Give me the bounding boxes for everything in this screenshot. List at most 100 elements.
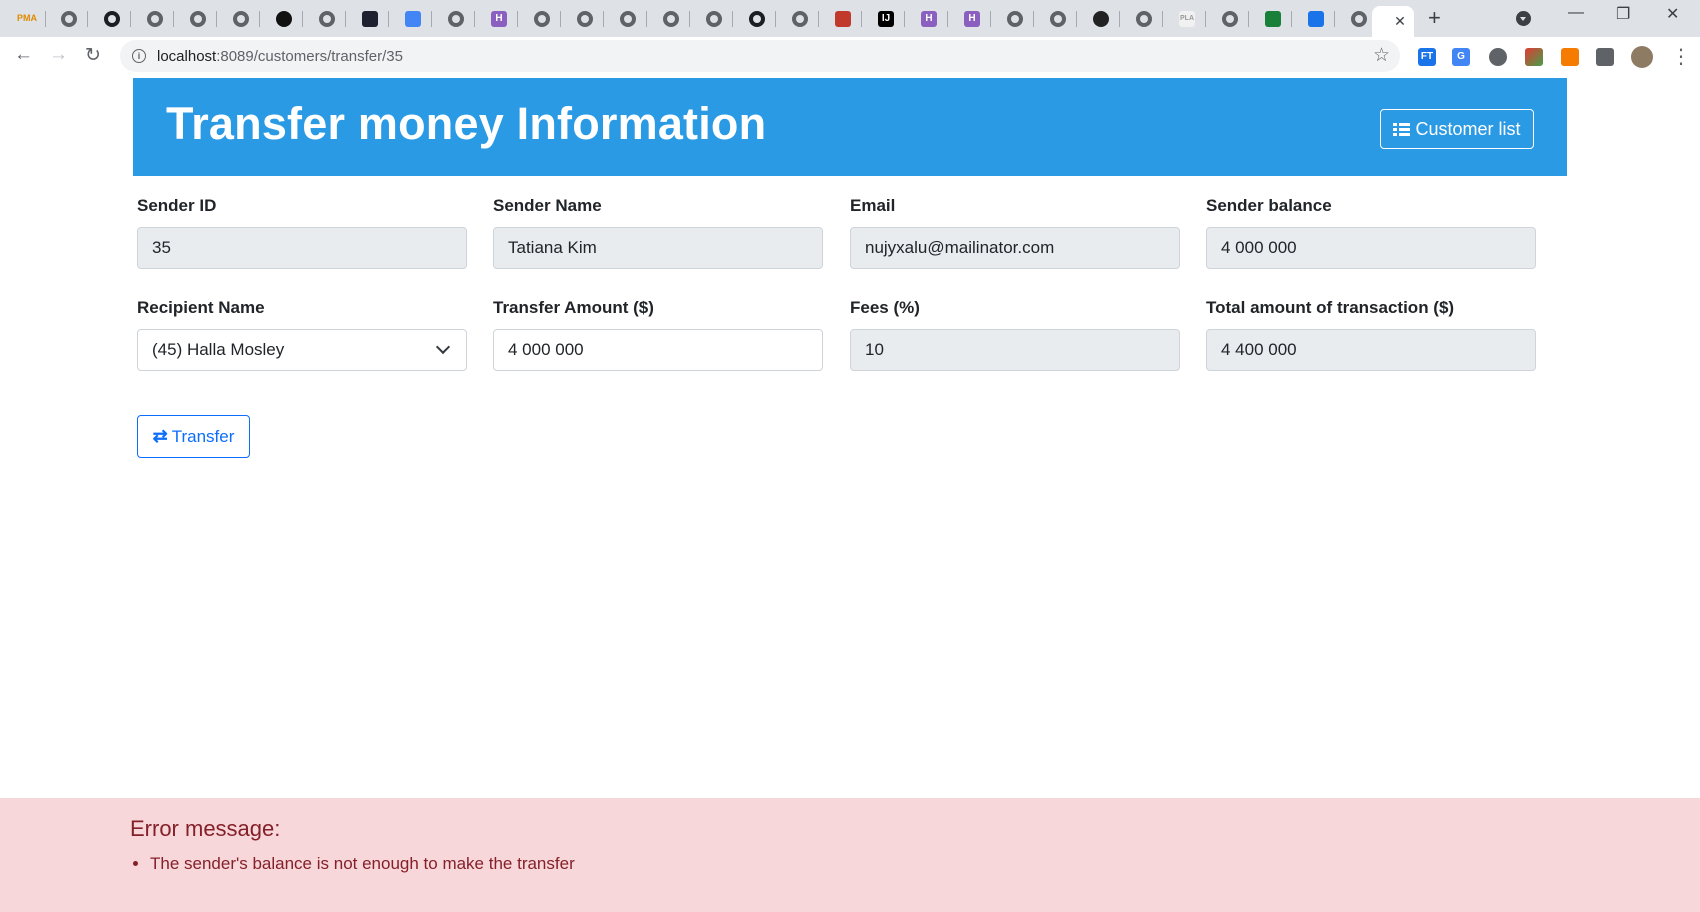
globe-icon <box>190 10 206 27</box>
sender-id-group: Sender ID 35 <box>137 196 467 269</box>
globe-icon <box>1222 10 1238 27</box>
tab[interactable] <box>351 6 389 31</box>
tab[interactable] <box>265 6 303 31</box>
tab[interactable] <box>1254 6 1292 31</box>
new-tab-button[interactable]: + <box>1428 5 1441 31</box>
site-info-icon[interactable]: i <box>132 49 146 63</box>
tab[interactable]: H <box>480 6 518 31</box>
total-group: Total amount of transaction ($) 4 400 00… <box>1206 298 1536 371</box>
tab-pma[interactable]: PMA <box>8 6 46 31</box>
recipient-label: Recipient Name <box>137 298 265 317</box>
tab[interactable]: IJ <box>867 6 905 31</box>
extension-ft-icon[interactable]: FT <box>1418 48 1436 66</box>
url-text: localhost:8089/customers/transfer/35 <box>157 48 403 65</box>
off-extension-icon[interactable] <box>1561 48 1579 66</box>
color-extension-icon[interactable] <box>1525 48 1543 66</box>
tab[interactable]: H <box>953 6 991 31</box>
minimize-icon[interactable]: — <box>1568 4 1584 22</box>
browser-menu-icon[interactable]: ⋮ <box>1671 44 1691 69</box>
tab[interactable] <box>308 6 346 31</box>
tab[interactable] <box>652 6 690 31</box>
tab[interactable]: PLA <box>1168 6 1206 31</box>
tab[interactable] <box>996 6 1034 31</box>
tab[interactable] <box>738 6 776 31</box>
address-bar[interactable]: i localhost:8089/customers/transfer/35 ☆ <box>120 40 1400 72</box>
tab[interactable] <box>222 6 260 31</box>
globe-icon <box>706 10 722 27</box>
email-input: nujyxalu@mailinator.com <box>850 227 1180 269</box>
close-window-icon[interactable]: ✕ <box>1666 4 1679 24</box>
tab[interactable] <box>695 6 733 31</box>
transfer-label: Transfer <box>171 426 235 446</box>
back-icon[interactable]: ← <box>14 44 33 66</box>
pla-icon: PLA <box>1179 10 1195 27</box>
tab[interactable]: H <box>910 6 948 31</box>
translate-extension-icon[interactable]: G <box>1452 48 1470 66</box>
transfer-amount-label: Transfer Amount ($) <box>493 298 654 317</box>
eye-icon <box>1093 10 1109 27</box>
extensions-puzzle-icon[interactable] <box>1596 48 1614 66</box>
exchange-icon: ⇄ <box>152 426 168 446</box>
tab[interactable] <box>1125 6 1163 31</box>
globe-icon <box>1007 10 1023 27</box>
restore-icon[interactable]: ❐ <box>1616 4 1630 24</box>
tab[interactable] <box>136 6 174 31</box>
tab[interactable] <box>523 6 561 31</box>
close-tab-icon[interactable]: ✕ <box>1394 13 1406 30</box>
page-header: Transfer money Information Customer list <box>133 78 1567 176</box>
transfer-amount-group: Transfer Amount ($) 4 000 000 <box>493 298 823 371</box>
tab[interactable] <box>437 6 475 31</box>
tab[interactable] <box>179 6 217 31</box>
bookmark-star-icon[interactable]: ☆ <box>1373 44 1390 67</box>
sender-balance-label: Sender balance <box>1206 196 1332 215</box>
green-square-icon <box>1265 10 1281 27</box>
tab[interactable] <box>1082 6 1120 31</box>
transfer-amount-input[interactable]: 4 000 000 <box>493 329 823 371</box>
tab[interactable] <box>93 6 131 31</box>
forward-icon[interactable]: → <box>49 44 68 66</box>
tab[interactable] <box>781 6 819 31</box>
tab-active[interactable]: ✕ <box>1372 6 1414 37</box>
profile-avatar[interactable] <box>1631 46 1653 68</box>
tab[interactable] <box>50 6 88 31</box>
tab[interactable] <box>394 6 432 31</box>
recipient-group: Recipient Name (45) Halla Mosley <box>137 298 467 371</box>
h-icon: H <box>491 10 507 27</box>
sender-name-label: Sender Name <box>493 196 602 215</box>
sync-extension-icon[interactable] <box>1489 48 1507 66</box>
total-label: Total amount of transaction ($) <box>1206 298 1455 317</box>
error-list: The sender's balance is not enough to ma… <box>130 842 575 874</box>
tab[interactable] <box>1297 6 1335 31</box>
tab[interactable] <box>824 6 862 31</box>
customer-list-button[interactable]: Customer list <box>1380 109 1534 149</box>
dark-circle-icon <box>276 10 292 27</box>
tab[interactable] <box>609 6 647 31</box>
github-icon <box>749 10 765 27</box>
sender-id-label: Sender ID <box>137 196 217 215</box>
globe-icon <box>61 10 77 27</box>
sender-id-input: 35 <box>137 227 467 269</box>
globe-icon <box>147 10 163 27</box>
recipient-select[interactable]: (45) Halla Mosley <box>137 329 467 371</box>
h-icon: H <box>921 10 937 27</box>
reload-icon[interactable]: ↻ <box>85 44 101 67</box>
list-icon <box>1393 122 1411 136</box>
error-item: The sender's balance is not enough to ma… <box>150 854 575 874</box>
globe-icon <box>1136 10 1152 27</box>
browser-toolbar: ← → ↻ i localhost:8089/customers/transfe… <box>0 37 1700 76</box>
github-icon <box>104 10 120 27</box>
transfer-button[interactable]: ⇄ Transfer <box>137 415 250 458</box>
pma-icon: PMA <box>17 13 37 23</box>
tab[interactable] <box>1039 6 1077 31</box>
error-panel: Error message: The sender's balance is n… <box>0 798 1700 912</box>
tab[interactable] <box>566 6 604 31</box>
house-icon <box>835 10 851 27</box>
email-group: Email nujyxalu@mailinator.com <box>850 196 1180 269</box>
globe-icon <box>233 10 249 27</box>
sender-name-group: Sender Name Tatiana Kim <box>493 196 823 269</box>
tab-search-icon[interactable] <box>1516 11 1531 26</box>
globe-icon <box>577 10 593 27</box>
tab[interactable] <box>1211 6 1249 31</box>
contacts-icon <box>1308 10 1324 27</box>
translate-icon <box>405 10 421 27</box>
